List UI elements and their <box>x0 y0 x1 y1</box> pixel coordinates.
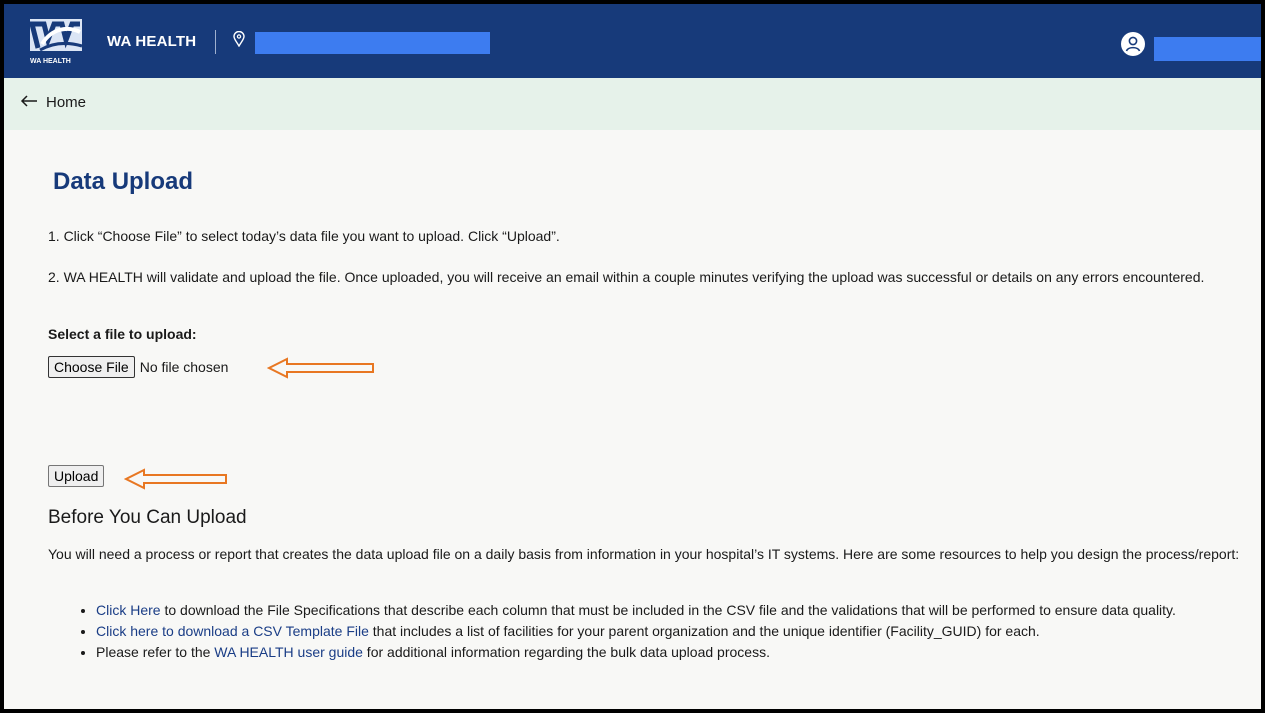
facility-selector-redacted[interactable] <box>255 32 490 54</box>
user-avatar[interactable] <box>1121 32 1145 56</box>
top-navigation-bar: WA HEALTH WA HEALTH <box>4 4 1261 78</box>
user-icon <box>1125 36 1141 52</box>
upload-button[interactable]: Upload <box>48 465 105 487</box>
user-name-redacted[interactable] <box>1154 37 1261 61</box>
app-window: WA HEALTH WA HEALTH Home Data Upload 1. … <box>0 0 1265 713</box>
list-item: Click Here to download the File Specific… <box>96 600 1246 621</box>
list-item-text: to download the File Specifications that… <box>160 602 1176 618</box>
list-item: Click here to download a CSV Template Fi… <box>96 621 1246 642</box>
step-2-instruction: 2. WA HEALTH will validate and upload th… <box>48 269 1205 285</box>
step-1-instruction: 1. Click “Choose File” to select today’s… <box>48 228 560 244</box>
breadcrumb-bar: Home <box>4 78 1261 130</box>
annotation-arrow-icon <box>123 468 228 495</box>
list-item-text: for additional information regarding the… <box>362 644 770 660</box>
file-input[interactable]: Choose File No file chosen <box>48 356 228 378</box>
annotation-arrow-icon <box>266 357 375 384</box>
csv-template-link[interactable]: Click here to download a CSV Template Fi… <box>96 623 369 639</box>
logo-caption: WA HEALTH <box>30 58 71 65</box>
file-status-text: No file chosen <box>139 359 229 375</box>
back-home-label: Home <box>46 94 87 111</box>
list-item: Please refer to the WA HEALTH user guide… <box>96 642 1246 663</box>
list-item-text: that includes a list of facilities for y… <box>368 623 1040 639</box>
logo-mark-icon: WA HEALTH <box>28 19 83 65</box>
header-divider <box>215 30 216 54</box>
file-specifications-link[interactable]: Click Here <box>96 602 161 618</box>
wa-health-logo[interactable]: WA HEALTH <box>28 18 98 66</box>
back-home-link[interactable]: Home <box>20 94 86 111</box>
select-file-label: Select a file to upload: <box>48 326 197 342</box>
map-pin-icon[interactable] <box>233 30 245 52</box>
section-intro: You will need a process or report that c… <box>48 546 1240 562</box>
arrow-left-icon <box>20 94 38 111</box>
list-item-prefix: Please refer to the <box>96 644 215 660</box>
choose-file-button[interactable]: Choose File <box>48 356 135 378</box>
section-heading: Before You Can Upload <box>48 507 247 528</box>
brand-name: WA HEALTH <box>107 33 197 50</box>
resource-list: Click Here to download the File Specific… <box>48 600 1246 663</box>
page-title: Data Upload <box>53 168 194 195</box>
user-guide-link[interactable]: WA HEALTH user guide <box>214 644 363 660</box>
